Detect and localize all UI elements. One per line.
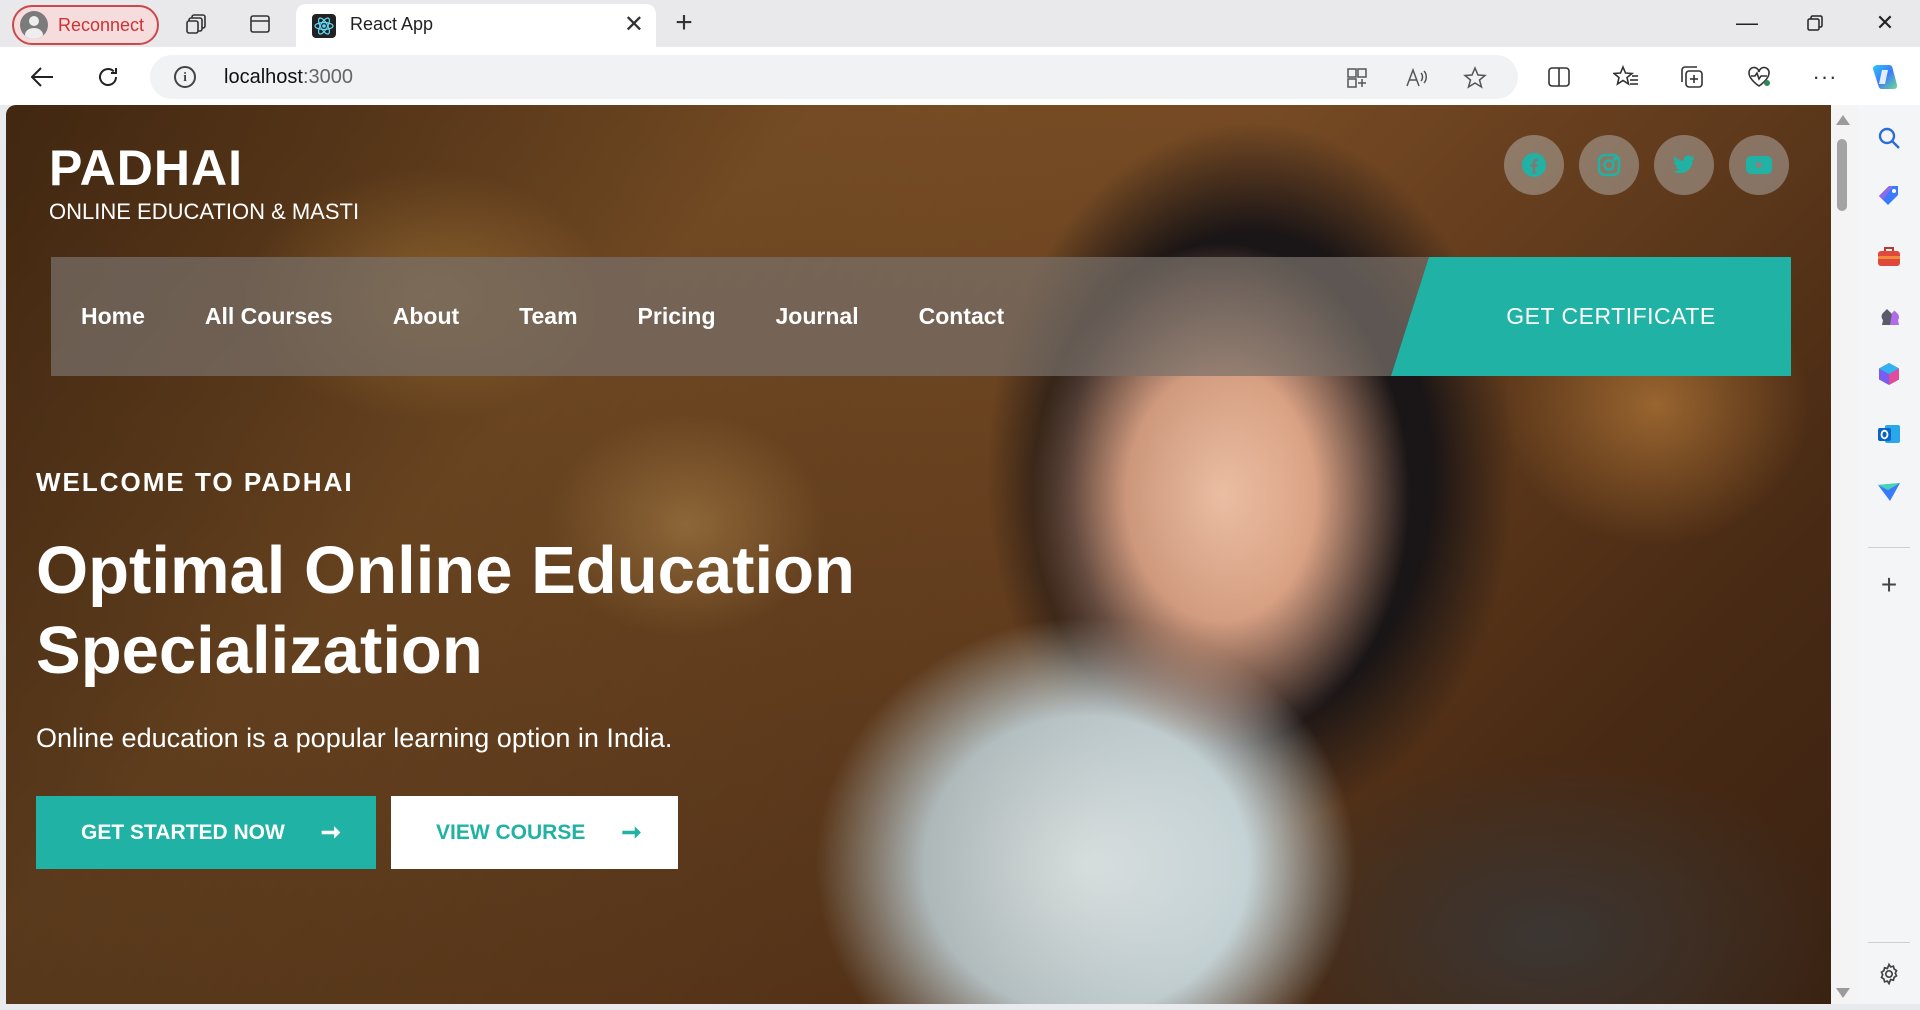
profile-reconnect-button[interactable]: Reconnect (12, 5, 159, 45)
brand-tagline: ONLINE EDUCATION & MASTI (49, 199, 360, 224)
hero-title-line-2: Specialization (36, 613, 483, 688)
instagram-icon[interactable] (1579, 135, 1639, 195)
address-text[interactable]: localhost:3000 (224, 66, 353, 89)
youtube-icon[interactable] (1729, 135, 1789, 195)
edge-sidebar: + (1858, 105, 1920, 1010)
restore-icon[interactable] (1795, 6, 1835, 40)
read-aloud-icon[interactable] (1402, 63, 1432, 93)
site-info-icon[interactable]: i (174, 66, 196, 88)
menu-item-home[interactable]: Home (81, 303, 145, 330)
hero-kicker: WELCOME TO PADHAI (36, 467, 354, 497)
new-tab-icon[interactable]: + (668, 6, 700, 40)
view-course-button[interactable]: VIEW COURSE ➞ (391, 796, 678, 869)
send-drop-icon[interactable] (1873, 476, 1905, 508)
hero-title-line-1: Optimal Online Education (36, 533, 855, 608)
hero-title: Optimal Online Education Specialization (36, 531, 855, 691)
games-chess-icon[interactable] (1873, 300, 1905, 332)
menu-item-about[interactable]: About (393, 303, 459, 330)
settings-gear-icon[interactable] (1873, 958, 1905, 990)
get-certificate-button[interactable]: GET CERTIFICATE (1391, 257, 1791, 376)
more-options-icon[interactable]: ··· (1808, 60, 1842, 94)
profile-avatar-icon (20, 11, 48, 39)
workspaces-icon[interactable] (181, 8, 213, 40)
microsoft-365-icon[interactable] (1873, 358, 1905, 390)
address-port: :3000 (302, 66, 353, 88)
window-bottom-edge (0, 1004, 1920, 1010)
page-hero-background: PADHAI ONLINE EDUCATION & MASTI Home All… (6, 105, 1831, 1004)
tab-bar: Reconnect React App ✕ + — ✕ (0, 0, 1920, 47)
menu-item-all-courses[interactable]: All Courses (205, 303, 333, 330)
get-certificate-label: GET CERTIFICATE (1506, 303, 1716, 329)
tab-react-app[interactable]: React App ✕ (296, 4, 656, 47)
browser-toolbar: i localhost:3000 ··· (0, 47, 1920, 105)
page-scrollbar[interactable] (1831, 105, 1858, 1010)
add-sidebar-app-icon[interactable]: + (1873, 569, 1905, 601)
favorites-icon[interactable] (1609, 60, 1643, 94)
hero-subtitle: Online education is a popular learning o… (36, 723, 673, 753)
brand[interactable]: PADHAI ONLINE EDUCATION & MASTI (49, 139, 359, 225)
arrow-right-icon: ➞ (621, 819, 642, 846)
menu-item-pricing[interactable]: Pricing (638, 303, 716, 330)
menu-item-contact[interactable]: Contact (919, 303, 1005, 330)
tools-briefcase-icon[interactable] (1873, 240, 1905, 272)
facebook-icon[interactable] (1504, 135, 1564, 195)
brand-name: PADHAI (49, 140, 243, 196)
split-screen-icon[interactable] (1542, 60, 1576, 94)
menu-item-team[interactable]: Team (519, 303, 577, 330)
search-icon[interactable] (1873, 122, 1905, 154)
favorite-star-icon[interactable] (1460, 63, 1490, 93)
view-course-label: VIEW COURSE (436, 820, 586, 844)
hero-buttons: GET STARTED NOW ➞ VIEW COURSE ➞ (36, 796, 855, 869)
scroll-down-icon[interactable] (1836, 988, 1850, 998)
arrow-right-icon: ➞ (320, 819, 341, 846)
shopping-tag-icon[interactable] (1873, 180, 1905, 212)
social-links (1504, 135, 1789, 195)
refresh-icon[interactable] (91, 60, 125, 94)
hero-section: WELCOME TO PADHAI Optimal Online Educati… (36, 467, 855, 869)
outlook-icon[interactable] (1873, 418, 1905, 450)
scroll-up-icon[interactable] (1836, 115, 1850, 125)
browser-essentials-icon[interactable] (1742, 60, 1776, 94)
tab-close-icon[interactable]: ✕ (624, 10, 644, 39)
copilot-icon[interactable] (1868, 60, 1902, 94)
tab-title: React App (350, 14, 434, 34)
close-window-icon[interactable]: ✕ (1865, 6, 1905, 40)
main-navigation: Home All Courses About Team Pricing Jour… (51, 257, 1791, 376)
menu-items: Home All Courses About Team Pricing Jour… (51, 257, 1064, 376)
back-icon[interactable] (25, 60, 59, 94)
twitter-icon[interactable] (1654, 135, 1714, 195)
app-available-icon[interactable] (1342, 63, 1372, 93)
collections-icon[interactable] (1675, 60, 1709, 94)
react-logo-icon (312, 14, 336, 38)
address-host: localhost (224, 66, 303, 88)
profile-label: Reconnect (58, 14, 145, 35)
get-started-button[interactable]: GET STARTED NOW ➞ (36, 796, 376, 869)
menu-item-journal[interactable]: Journal (776, 303, 859, 330)
minimize-icon[interactable]: — (1727, 6, 1767, 40)
tab-actions-icon[interactable] (244, 8, 276, 40)
sidebar-divider (1868, 547, 1910, 548)
get-started-label: GET STARTED NOW (81, 820, 285, 844)
address-bar[interactable]: i localhost:3000 (150, 55, 1518, 99)
scroll-thumb[interactable] (1837, 139, 1847, 211)
sidebar-divider (1868, 942, 1910, 943)
